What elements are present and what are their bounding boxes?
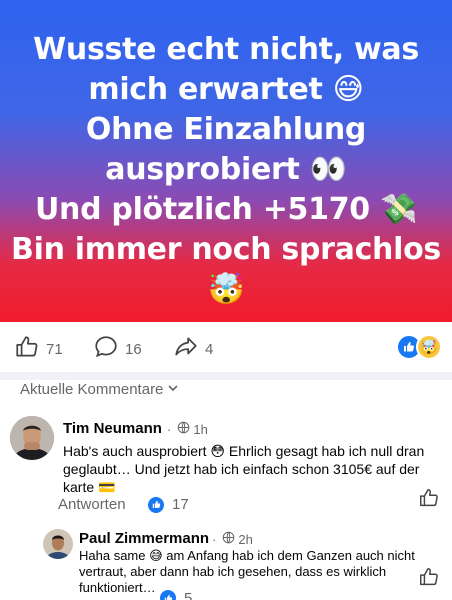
like-icon [418, 489, 440, 513]
comment-timestamp: · 1h [167, 421, 208, 437]
like-icon [418, 568, 440, 592]
like-icon [148, 496, 164, 513]
share-icon [173, 334, 205, 364]
like-button[interactable]: 71 [14, 334, 63, 364]
like-icon [14, 334, 46, 364]
post-text-line: 🤯 [207, 272, 245, 307]
post-text-line: Wusste echt nicht, was [33, 32, 419, 67]
reply-button[interactable]: Antworten [58, 496, 126, 513]
post-text-line: Bin immer noch sprachlos [11, 232, 441, 267]
avatar[interactable] [43, 529, 73, 559]
globe-icon [222, 531, 235, 547]
post-text-line: Ohne Einzahlung [85, 112, 367, 147]
post-image[interactable]: Wusste echt nicht, was mich erwartet 😅 O… [0, 0, 452, 322]
comment-sort-label: Aktuelle Kommentare [20, 381, 164, 398]
commenter-name[interactable]: Paul Zimmermann [79, 530, 209, 547]
comment-sort-dropdown[interactable]: Aktuelle Kommentare [20, 381, 179, 398]
comment-like-button[interactable] [418, 487, 440, 514]
like-icon [160, 590, 176, 600]
share-button[interactable]: 4 [173, 334, 213, 364]
comment-like-button[interactable] [418, 566, 440, 593]
post-text-line: ausprobiert 👀 [105, 152, 347, 187]
comment-text: Haha same 😅 am Anfang hab ich dem Ganzen… [79, 548, 415, 595]
comment-count: 16 [125, 340, 142, 358]
comment-icon [93, 334, 125, 364]
share-count: 4 [205, 340, 214, 358]
comment-text: Hab's auch ausprobiert 😳 Ehrlich gesagt … [63, 443, 425, 495]
comment-timestamp: · 2h [212, 531, 253, 547]
like-count: 71 [46, 340, 63, 358]
commenter-name[interactable]: Tim Neumann [63, 420, 162, 437]
post-action-bar: 71 16 4 [0, 322, 452, 372]
wow-reaction-icon: 🤯 [416, 334, 442, 360]
divider [0, 372, 452, 380]
reaction-summary[interactable]: 🤯 [396, 334, 442, 360]
chevron-down-icon [163, 381, 179, 398]
comment-like-count[interactable]: 5 [160, 590, 192, 600]
globe-icon [177, 421, 190, 437]
post-text-line: mich erwartet 😅 [88, 72, 364, 107]
avatar[interactable] [10, 416, 54, 460]
comment-like-count[interactable]: 17 [148, 496, 189, 513]
post-text-line: Und plötzlich +5170 💸 [34, 192, 418, 227]
comment-button[interactable]: 16 [93, 334, 142, 364]
